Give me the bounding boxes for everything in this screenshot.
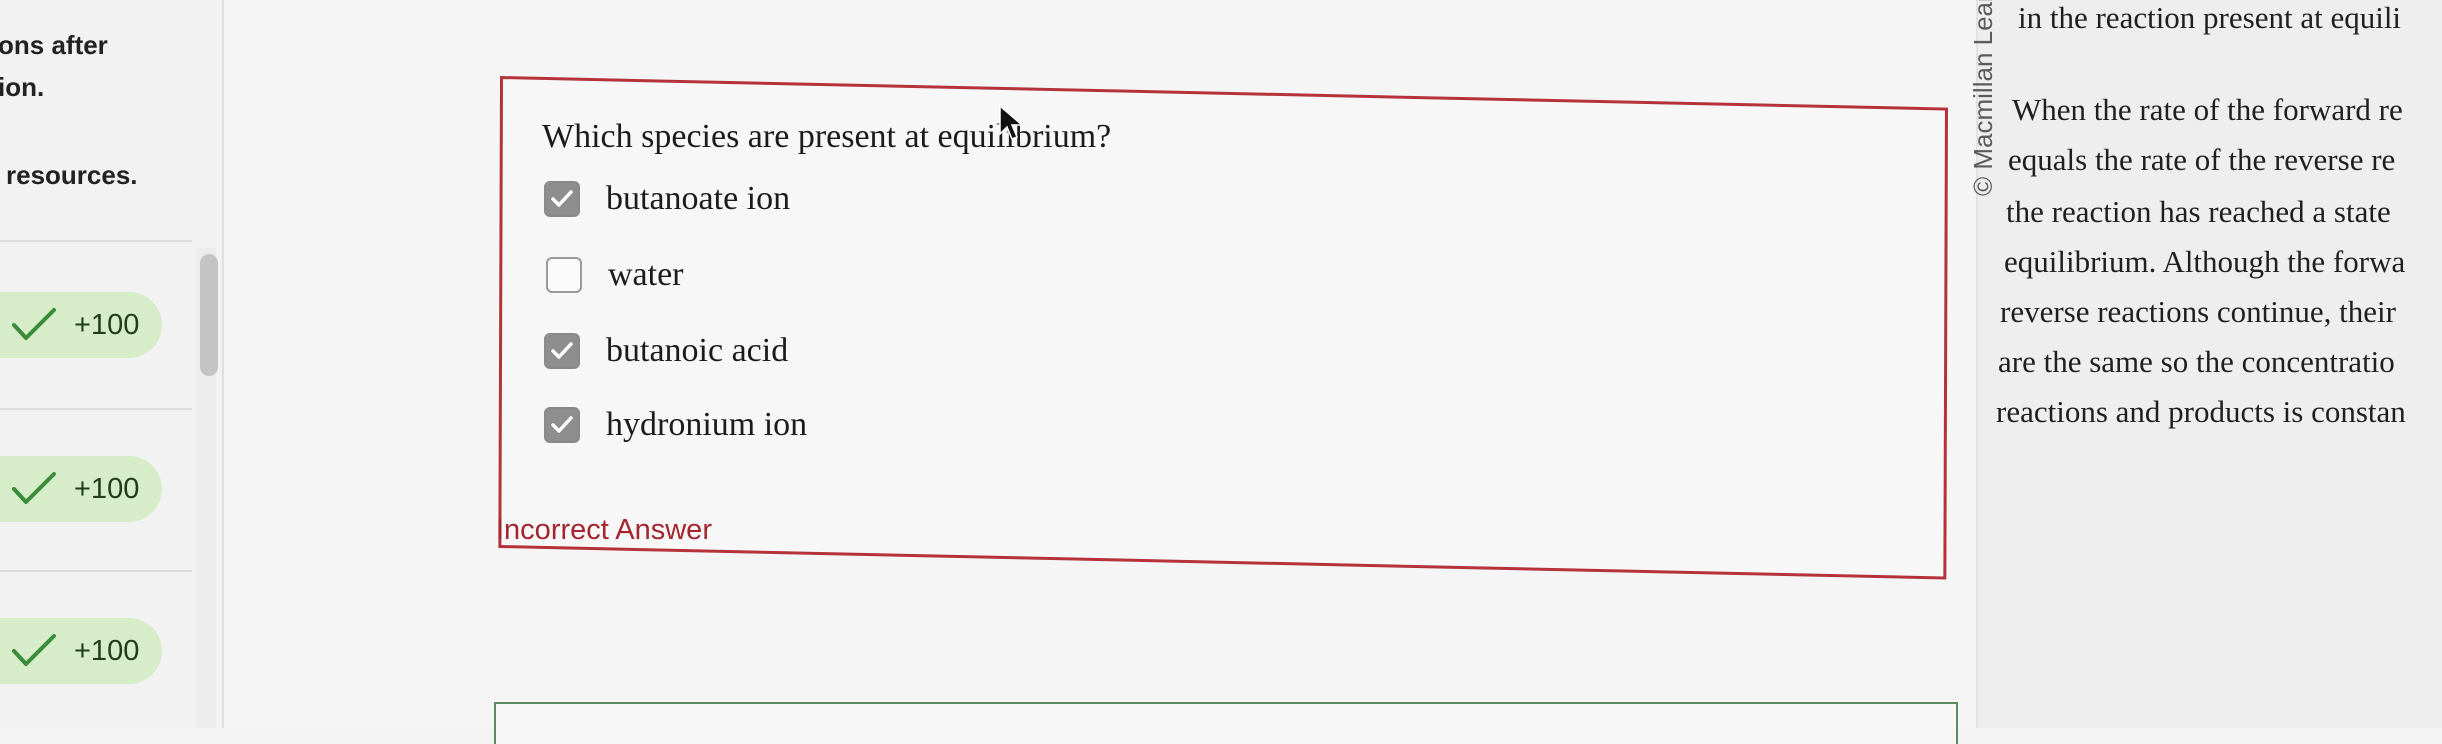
explanation-line: the reaction has reached a state <box>2006 194 2391 229</box>
explanation-line: equals the rate of the reverse re <box>2008 142 2396 177</box>
sidebar-divider <box>0 570 192 572</box>
explanation-line: When the rate of the forward re <box>2012 92 2403 127</box>
main-content: Which species are present at equilibrium… <box>224 0 1976 744</box>
score-badge-1[interactable]: +100 <box>0 292 162 358</box>
sidebar-divider <box>0 408 192 410</box>
checkmark-icon <box>12 308 56 340</box>
score-points: +100 <box>74 308 140 341</box>
mouse-cursor-icon <box>999 104 1025 140</box>
score-points: +100 <box>74 472 140 505</box>
option-label: butanoate ion <box>606 180 791 217</box>
score-badge-3[interactable]: +100 <box>0 618 162 684</box>
checkmark-icon <box>551 416 573 433</box>
option-label: water <box>608 256 684 293</box>
checkmark-icon <box>12 472 56 504</box>
checkmark-icon <box>551 342 573 359</box>
option-water[interactable]: water <box>546 256 684 294</box>
checkmark-icon <box>551 190 573 207</box>
feedback-incorrect: Incorrect Answer <box>496 514 712 546</box>
sidebar-text-line-1: ons after <box>0 30 108 60</box>
option-hydronium-ion[interactable]: hydronium ion <box>544 406 807 444</box>
sidebar-divider <box>0 240 192 242</box>
option-label: butanoic acid <box>606 332 789 369</box>
option-butanoic-acid[interactable]: butanoic acid <box>544 332 788 370</box>
sidebar: ons after ion. resources. +100 +100 +100 <box>0 0 224 728</box>
checkbox-checked[interactable] <box>544 181 580 217</box>
copyright-text: © Macmillan Lear <box>1968 0 1998 196</box>
explanation-line: equilibrium. Although the forwa <box>2004 244 2406 279</box>
sidebar-text-line-2: ion. <box>0 72 45 102</box>
checkbox-unchecked[interactable] <box>546 257 582 293</box>
page: ons after ion. resources. +100 +100 +100 <box>0 0 2442 744</box>
checkmark-icon <box>12 634 56 666</box>
option-butanoate-ion[interactable]: butanoate ion <box>544 180 790 218</box>
score-badge-2[interactable]: +100 <box>0 456 162 522</box>
explanation-line: in the reaction present at equili <box>2018 0 2402 35</box>
explanation-line: reactions and products is constan <box>1996 394 2406 429</box>
sidebar-text-line-3: resources. <box>6 160 138 190</box>
explanation-line: reverse reactions continue, their <box>2000 294 2396 329</box>
checkbox-checked[interactable] <box>544 333 580 369</box>
score-points: +100 <box>74 634 140 667</box>
next-question-box[interactable] <box>494 702 1958 744</box>
explanation-line: are the same so the concentratio <box>1998 344 2395 379</box>
option-label: hydronium ion <box>606 406 808 443</box>
sidebar-scrollbar-thumb[interactable] <box>200 254 218 376</box>
checkbox-checked[interactable] <box>544 407 580 443</box>
